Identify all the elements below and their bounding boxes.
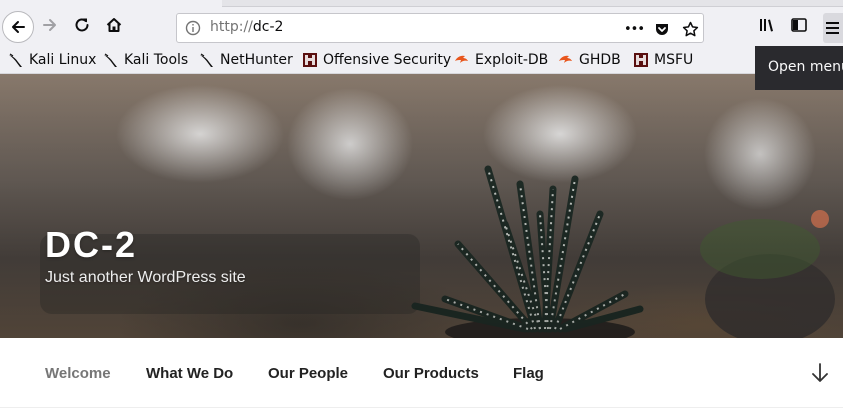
bookmark-label: Kali Linux (29, 52, 97, 68)
bookmark-nethunter[interactable]: NetHunter (199, 50, 293, 70)
open-menu-tooltip: Open menu (755, 46, 843, 90)
browser-toolbar: http://dc-2 ••• (0, 0, 843, 46)
star-icon (682, 21, 698, 36)
offsec-icon (634, 53, 648, 67)
kali-dragon-icon (200, 53, 213, 67)
tab-strip (222, 0, 843, 7)
bookmark-label: GHDB (579, 52, 621, 68)
bookmark-label: Kali Tools (124, 52, 189, 68)
bookmark-ghdb[interactable]: GHDB (558, 50, 621, 70)
header-image: DC-2 Just another WordPress site (0, 74, 843, 338)
site-title[interactable]: DC-2 (45, 224, 137, 266)
back-arrow-icon (12, 21, 25, 33)
bookmark-kali-tools[interactable]: Kali Tools (103, 50, 188, 70)
exploitdb-icon (455, 55, 468, 63)
bookmark-label: MSFU (654, 52, 694, 68)
nav-item-what-we-do[interactable]: What We Do (146, 365, 233, 382)
url-scheme: http:// (210, 19, 253, 35)
site-description: Just another WordPress site (45, 269, 246, 286)
home-icon (106, 18, 122, 32)
bookmark-star-button[interactable] (679, 20, 701, 38)
bookmark-exploit-db[interactable]: Exploit-DB (454, 50, 548, 70)
bookmark-label: Exploit-DB (475, 52, 549, 68)
library-icon (760, 19, 773, 32)
bookmark-label: NetHunter (220, 52, 293, 68)
hamburger-icon (826, 22, 839, 34)
nav-item-our-products[interactable]: Our Products (383, 365, 479, 382)
url-host: dc-2 (252, 19, 284, 35)
bookmark-kali-linux[interactable]: Kali Linux (8, 50, 96, 70)
home-button[interactable] (103, 14, 125, 36)
bookmark-msfu[interactable]: MSFU (633, 50, 693, 70)
sidebar-icon (791, 18, 807, 32)
kali-dragon-icon (104, 53, 117, 67)
nav-item-our-people[interactable]: Our People (268, 365, 348, 382)
back-button[interactable] (2, 11, 34, 43)
reload-icon (75, 18, 89, 32)
sidebar-button[interactable] (788, 14, 810, 36)
exploitdb-icon (559, 55, 572, 63)
address-bar[interactable]: http://dc-2 ••• (176, 13, 704, 43)
forward-arrow-icon (43, 19, 56, 31)
bookmark-offensive-security[interactable]: Offensive Security (302, 50, 451, 70)
offsec-icon (303, 53, 317, 67)
nav-item-welcome[interactable]: Welcome (45, 365, 111, 382)
header-overlay (0, 74, 843, 338)
nav-item-flag[interactable]: Flag (513, 365, 544, 382)
kali-dragon-icon (9, 53, 22, 67)
site-info-icon[interactable] (185, 20, 201, 36)
reload-button[interactable] (71, 14, 93, 36)
page-actions-button[interactable]: ••• (623, 20, 645, 38)
bookmark-label: Offensive Security (323, 52, 452, 68)
scroll-down-arrow-icon[interactable] (810, 362, 830, 384)
site-navigation: Welcome What We Do Our People Our Produc… (0, 338, 843, 408)
pocket-button[interactable] (651, 20, 673, 38)
library-button[interactable] (756, 14, 778, 36)
bookmarks-toolbar: Kali Linux Kali Tools NetHunter Offensiv… (0, 46, 843, 74)
url-text[interactable]: http://dc-2 (210, 19, 283, 35)
forward-button[interactable] (39, 14, 61, 36)
open-menu-button[interactable] (823, 13, 843, 43)
pocket-icon (656, 24, 668, 35)
